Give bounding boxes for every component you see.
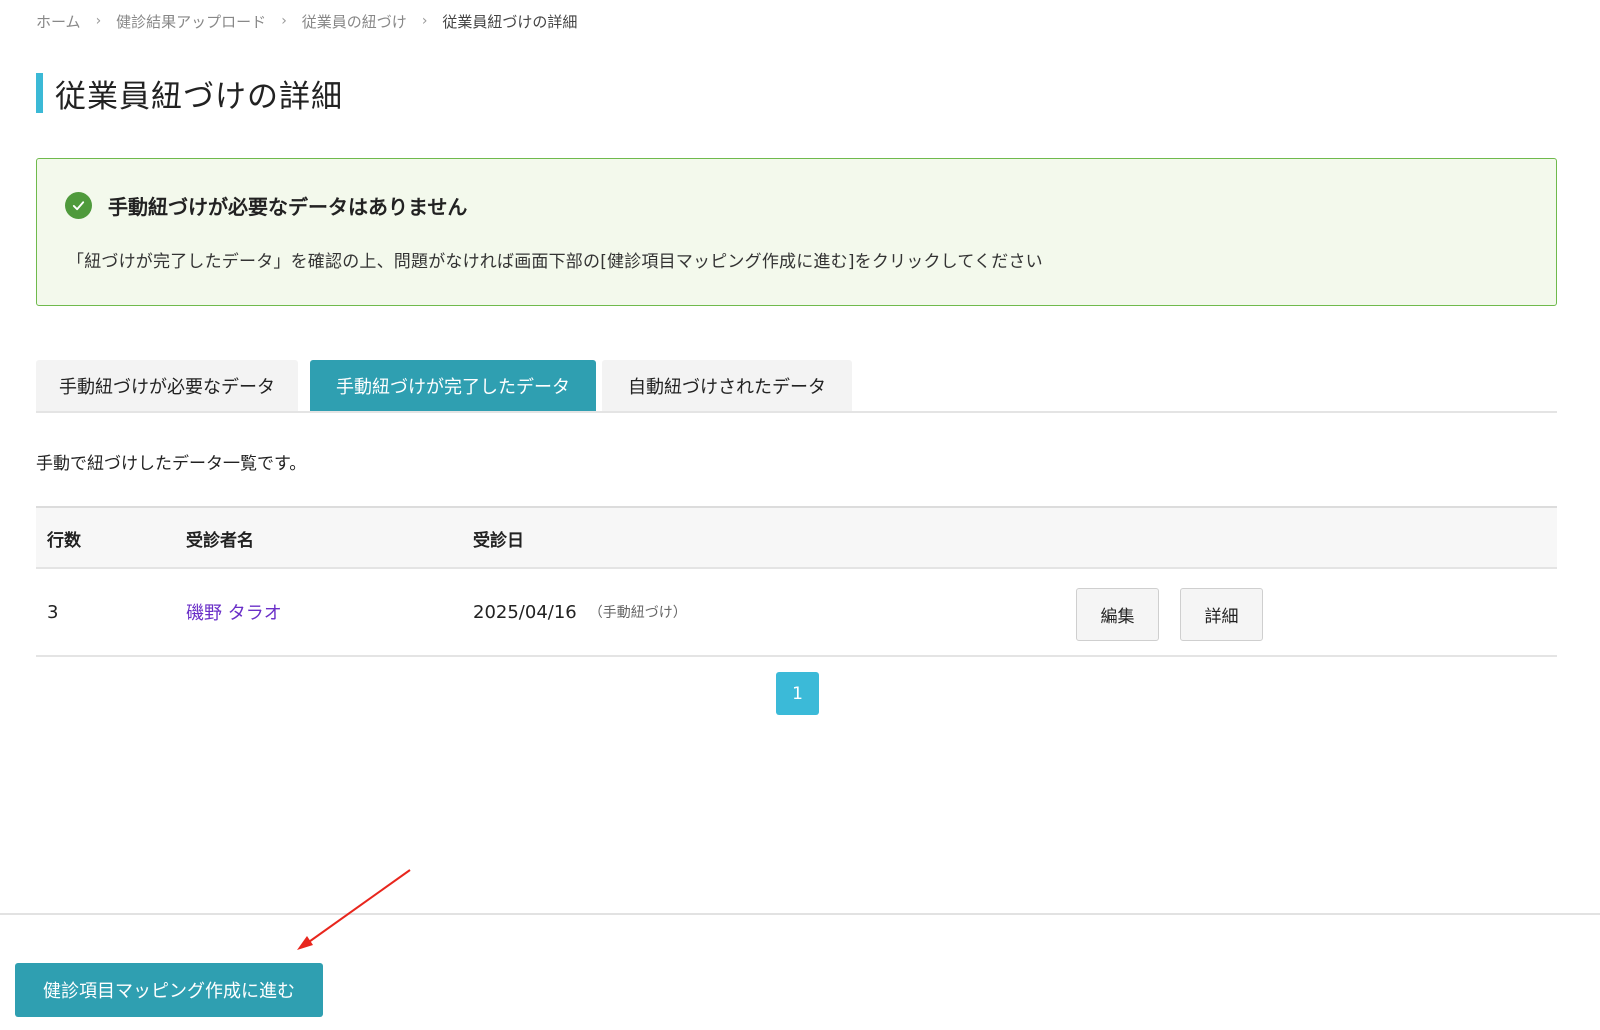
table-header: 行数 受診者名 受診日 (36, 506, 1557, 569)
alert-body: 「紐づけが完了したデータ」を確認の上、問題がなければ画面下部の[健診項目マッピン… (67, 252, 1043, 272)
tab-description: 手動で紐づけしたデータ一覧です。 (36, 454, 307, 474)
breadcrumb-upload[interactable]: 健診結果アップロード (116, 11, 266, 32)
header-row-number: 行数 (47, 531, 81, 551)
alert-header: 手動紐づけが必要なデータはありません (65, 191, 467, 220)
edit-button[interactable]: 編集 (1076, 588, 1159, 641)
breadcrumb-current: 従業員紐づけの詳細 (442, 12, 578, 31)
link-type-note: （手動紐づけ） (588, 605, 687, 621)
cell-exam-date: 2025/04/16 （手動紐づけ） (473, 569, 687, 655)
success-alert: 手動紐づけが必要なデータはありません 「紐づけが完了したデータ」を確認の上、問題… (36, 158, 1557, 306)
title-accent-bar (36, 73, 43, 113)
breadcrumb-separator: › (281, 13, 287, 29)
cell-row-number: 3 (47, 601, 59, 623)
linked-data-table: 行数 受診者名 受診日 3 磯野 タラオ 2025/04/16 （手動紐づけ） … (36, 506, 1557, 657)
tab-manual-completed[interactable]: 手動紐づけが完了したデータ (310, 360, 596, 411)
exam-date: 2025/04/16 (473, 601, 577, 623)
page-title: 従業員紐づけの詳細 (36, 72, 343, 115)
examinee-name-link[interactable]: 磯野 タラオ (186, 599, 282, 625)
breadcrumb-separator: › (95, 13, 102, 29)
check-circle-icon (65, 192, 92, 219)
alert-title: 手動紐づけが必要なデータはありません (108, 195, 468, 219)
breadcrumb-separator: › (421, 13, 428, 29)
breadcrumb-home[interactable]: ホーム (36, 11, 81, 32)
table-row: 3 磯野 タラオ 2025/04/16 （手動紐づけ） 編集 詳細 (36, 569, 1557, 657)
tab-bar: 手動紐づけが必要なデータ 手動紐づけが完了したデータ 自動紐づけされたデータ (36, 360, 1557, 413)
pagination-page-current[interactable]: 1 (776, 672, 819, 715)
tab-auto-linked[interactable]: 自動紐づけされたデータ (602, 360, 852, 411)
footer-divider (0, 913, 1600, 915)
proceed-to-mapping-button[interactable]: 健診項目マッピング作成に進む (15, 963, 323, 1017)
cell-examinee-name: 磯野 タラオ (186, 569, 282, 655)
tab-manual-required[interactable]: 手動紐づけが必要なデータ (36, 360, 298, 411)
breadcrumb-employee-link[interactable]: 従業員の紐づけ (302, 11, 407, 32)
page-title-text: 従業員紐づけの詳細 (55, 78, 343, 115)
header-exam-date: 受診日 (473, 531, 524, 551)
header-examinee-name: 受診者名 (186, 531, 254, 551)
detail-button[interactable]: 詳細 (1180, 588, 1263, 641)
breadcrumb: ホーム › 健診結果アップロード › 従業員の紐づけ › 従業員紐づけの詳細 (36, 10, 577, 32)
